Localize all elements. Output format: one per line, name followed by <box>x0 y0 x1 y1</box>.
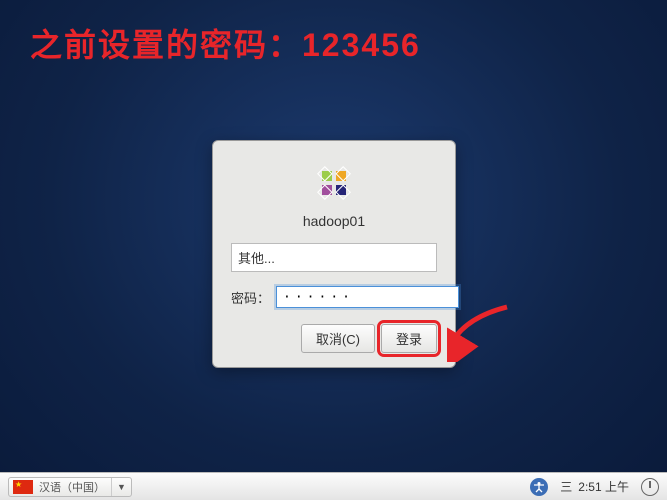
taskbar-left: 汉语（中国） ▼ <box>8 477 132 497</box>
clock-day: 三 <box>560 478 572 495</box>
login-panel: hadoop01 其他... 密码： 取消(C) 登录 <box>212 140 456 368</box>
taskbar: 汉语（中国） ▼ 三 2:51 上午 <box>0 472 667 500</box>
ime-label: 汉语（中国） <box>37 479 111 495</box>
login-button[interactable]: 登录 <box>381 324 437 353</box>
annotation-text: 之前设置的密码：123456 <box>30 20 421 66</box>
centos-logo <box>231 157 437 209</box>
power-icon[interactable] <box>641 478 659 496</box>
ime-selector[interactable]: 汉语（中国） ▼ <box>8 477 132 497</box>
accessibility-icon[interactable] <box>530 478 548 496</box>
clock[interactable]: 三 2:51 上午 <box>560 478 629 495</box>
hostname-label: hadoop01 <box>231 213 437 229</box>
flag-icon <box>13 480 33 494</box>
username-selector[interactable]: 其他... <box>231 243 437 272</box>
clock-time: 2:51 上午 <box>578 478 629 495</box>
password-row: 密码： <box>231 286 437 308</box>
button-row: 取消(C) 登录 <box>231 324 437 353</box>
cancel-button[interactable]: 取消(C) <box>301 324 375 353</box>
password-input[interactable] <box>276 286 459 308</box>
annotation-arrow-icon <box>447 302 527 362</box>
taskbar-right: 三 2:51 上午 <box>530 478 659 496</box>
chevron-down-icon[interactable]: ▼ <box>111 478 131 496</box>
password-label: 密码： <box>231 288 270 307</box>
